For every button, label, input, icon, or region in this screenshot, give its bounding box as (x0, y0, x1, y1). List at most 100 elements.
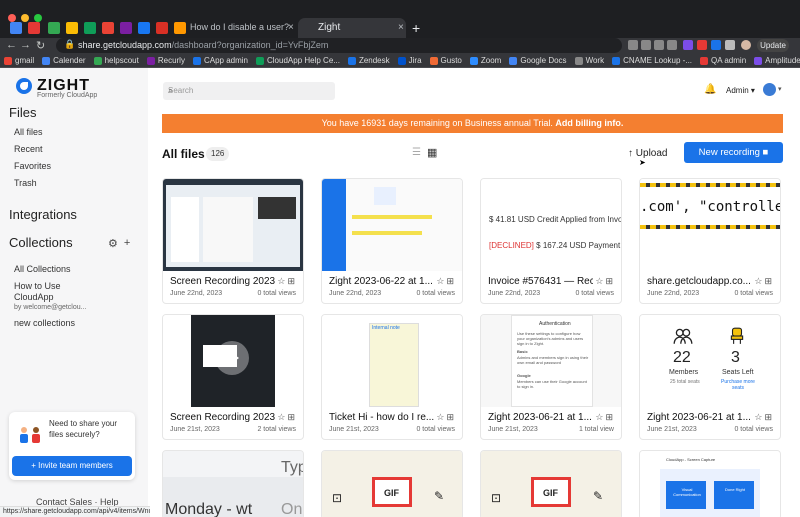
new-recording-button[interactable]: New recording ■ (684, 142, 783, 163)
tab-zight[interactable]: Zight (298, 18, 406, 38)
favorite-icon[interactable]: ☆⊞ (436, 412, 456, 423)
bookmark-item[interactable]: Amplitude (754, 56, 800, 65)
file-card[interactable]: Internal note Ticket Hi - how do I re...… (321, 314, 463, 440)
star-icon[interactable] (667, 40, 677, 50)
play-icon[interactable] (215, 341, 249, 375)
grid-view-icon[interactable]: ▦ (427, 146, 437, 159)
tab-favicon[interactable] (66, 22, 78, 34)
file-card[interactable]: ⊡ GIF ✎ (480, 450, 622, 517)
bookmark-icon (429, 56, 438, 65)
bookmark-item[interactable]: helpscout (93, 56, 139, 65)
tab-favicon[interactable] (156, 22, 168, 34)
favorite-icon[interactable]: ☆⊞ (277, 412, 297, 423)
notification-bell-icon[interactable]: 🔔 (704, 84, 716, 95)
extension-icon[interactable] (697, 40, 707, 50)
share-icon[interactable] (654, 40, 664, 50)
thumbnail: $ 41.81 USD Credit Applied from Invoic [… (481, 179, 621, 271)
tab-favicon[interactable] (174, 22, 186, 34)
sidebar-item-trash[interactable]: Trash (14, 178, 37, 188)
file-card[interactable]: CloudApp - Screen Capture Visual Communi… (639, 450, 781, 517)
gear-icon[interactable]: ⚙ (108, 237, 118, 250)
thumbnail: CloudApp - Screen Capture Visual Communi… (640, 451, 780, 517)
tab-favicon[interactable] (102, 22, 114, 34)
bookmark-item[interactable]: Jira (397, 56, 422, 65)
sidebar-item-all-collections[interactable]: All Collections (14, 264, 71, 274)
thumbnail: Authentication Use these settings to con… (481, 315, 621, 407)
collection-cloudapp[interactable]: CloudApp (14, 292, 54, 302)
tab-favicon[interactable] (138, 22, 150, 34)
file-card[interactable]: Authentication Use these settings to con… (480, 314, 622, 440)
bookmark-item[interactable]: Work (574, 56, 604, 65)
sidebar-item-recent[interactable]: Recent (14, 144, 43, 154)
favorite-icon[interactable]: ☆⊞ (595, 276, 615, 287)
tab-favicon[interactable] (48, 22, 60, 34)
tab-favicon[interactable] (120, 22, 132, 34)
favorite-icon[interactable]: ☆⊞ (436, 276, 456, 287)
admin-menu[interactable]: Admin ▾ (726, 86, 755, 95)
sidebar-item-all-files[interactable]: All files (14, 127, 43, 137)
url-input[interactable]: 🔒 share.getcloudapp.com/dashboard?organi… (56, 38, 622, 53)
bookmark-item[interactable]: Gusto (429, 56, 462, 65)
collection-new-collections[interactable]: new collections (14, 318, 75, 328)
close-icon[interactable]: × (398, 22, 404, 33)
bookmark-item[interactable]: CNAME Lookup -... (612, 56, 692, 65)
thumbnail (163, 179, 303, 271)
search-input[interactable]: Search ⌕ (163, 82, 335, 100)
favorite-icon[interactable]: ☆⊞ (277, 276, 297, 287)
page-title: All files (162, 147, 205, 161)
tab-how-to-disable-user[interactable]: How do I disable a user? How (190, 22, 290, 32)
bookmark-item[interactable]: gmail (4, 56, 34, 65)
bookmark-item[interactable]: CApp admin (192, 56, 248, 65)
bookmark-item[interactable]: Calender (42, 56, 86, 65)
invite-team-members-button[interactable]: + Invite team members (12, 456, 132, 476)
profile-avatar[interactable] (741, 40, 751, 50)
bookmark-item[interactable]: QA admin (700, 56, 746, 65)
thumbnail: Internal note (322, 315, 462, 407)
list-view-icon[interactable]: ☰ (412, 147, 421, 158)
tab-favicon[interactable] (10, 22, 22, 34)
chevron-down-icon[interactable]: ▾ (778, 85, 782, 93)
new-tab-button[interactable]: + (412, 20, 420, 36)
upload-button[interactable]: ↑ Upload (628, 148, 667, 159)
window-controls[interactable] (8, 14, 42, 22)
favorite-icon[interactable]: ☆⊞ (754, 412, 774, 423)
favorite-icon[interactable]: ☆⊞ (754, 276, 774, 287)
file-card[interactable]: $ 41.81 USD Credit Applied from Invoic [… (480, 178, 622, 304)
purchase-seats-link: Purchase more seats (721, 379, 755, 391)
tab-favicon[interactable] (84, 22, 96, 34)
bookmark-item[interactable]: CloudApp Help Ce... (256, 56, 340, 65)
puzzle-icon[interactable] (725, 40, 735, 50)
forward-arrow-icon[interactable]: → (20, 39, 31, 51)
org-avatar[interactable] (763, 83, 776, 96)
update-button[interactable]: Update (757, 39, 789, 52)
bookmark-item[interactable]: Zendesk (347, 56, 390, 65)
sidebar-item-favorites[interactable]: Favorites (14, 161, 51, 171)
bookmark-item[interactable]: Zoom (469, 56, 501, 65)
integrations-heading[interactable]: Integrations (9, 207, 77, 222)
bookmark-item[interactable]: Recurly (146, 56, 185, 65)
file-card[interactable]: Screen Recording 2023-... ☆⊞ June 21st, … (162, 314, 304, 440)
close-icon[interactable]: × (288, 22, 294, 33)
file-count-badge: 126 (206, 147, 230, 161)
file-card[interactable]: Screen Recording 2023-... ☆⊞ June 22nd, … (162, 178, 304, 304)
plus-icon[interactable]: + (124, 237, 130, 250)
collection-how-to-use[interactable]: How to Use (14, 281, 61, 291)
file-card[interactable]: Typ Monday - wt One (162, 450, 304, 517)
bookmark-item[interactable]: Google Docs (509, 56, 567, 65)
file-card[interactable]: .com', "controlle share.getcloudapp.co..… (639, 178, 781, 304)
extension-icon[interactable] (711, 40, 721, 50)
zoom-icon[interactable] (641, 40, 651, 50)
zight-logo-icon (16, 78, 32, 94)
key-icon[interactable] (628, 40, 638, 50)
file-card[interactable]: ⊡ GIF ✎ (321, 450, 463, 517)
file-card[interactable]: Zight 2023-06-22 at 1... ☆⊞ June 22nd, 2… (321, 178, 463, 304)
back-arrow-icon[interactable]: ← (6, 39, 17, 51)
reload-icon[interactable]: ↻ (36, 39, 45, 52)
add-billing-link[interactable]: Add billing info. (555, 118, 623, 128)
bookmark-icon (574, 56, 583, 65)
extension-icon[interactable] (683, 40, 693, 50)
file-card[interactable]: 22 3 Members Seats Left 25 total seats P… (639, 314, 781, 440)
favorite-icon[interactable]: ☆⊞ (595, 412, 615, 423)
tab-favicon[interactable] (28, 22, 40, 34)
address-bar-row: ← → ↻ 🔒 share.getcloudapp.com/dashboard?… (0, 38, 800, 54)
